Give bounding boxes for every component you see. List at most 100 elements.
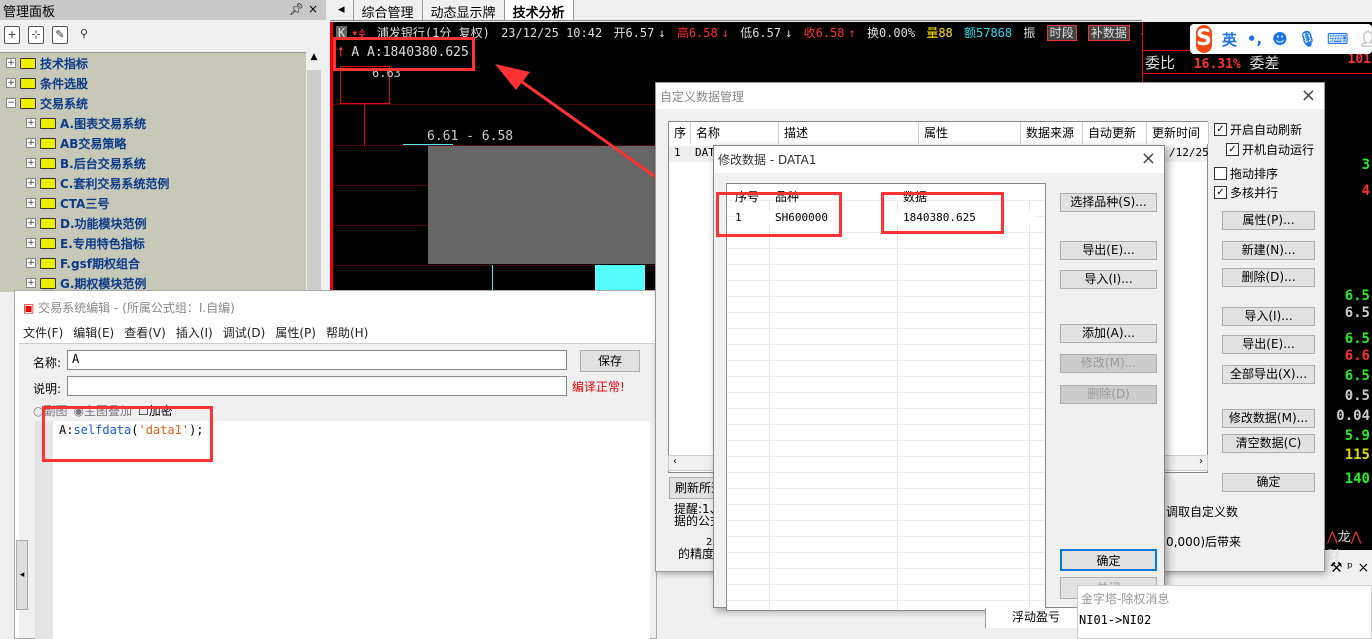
expand-icon[interactable]: + [26, 198, 36, 208]
close-icon[interactable]: × [1141, 148, 1156, 169]
period-segment-button[interactable]: 时段 [1046, 25, 1077, 41]
collapse-icon[interactable]: − [6, 98, 16, 108]
tab-scroll-left[interactable]: ◂ [330, 0, 354, 20]
tab-overview[interactable]: 综合管理 [354, 0, 423, 21]
close-icon[interactable]: × [308, 2, 318, 16]
tools-icon[interactable]: ⚒ ᵖ × [1330, 560, 1369, 576]
new-item-icon[interactable]: ⊹ [28, 26, 44, 44]
expand-icon[interactable]: + [26, 218, 36, 228]
column-header[interactable]: 自动更新 [1083, 122, 1147, 144]
menu-item[interactable]: 调试(D) [223, 324, 266, 341]
tree-item[interactable]: + A.图表交易系统 [26, 113, 146, 133]
formula-tree: + 技术指标 + 条件选股 − 交易系统 + A.图表交易系统 + AB交易策略 + B.后台交易系统… [0, 52, 306, 292]
tree-item[interactable]: + 技术指标 [6, 53, 88, 73]
tab-technical-analysis[interactable]: 技术分析 [504, 0, 574, 21]
dm-button[interactable]: 导出(E)... [1222, 335, 1315, 354]
md-button[interactable]: 选择品种(S)... [1060, 193, 1157, 212]
md-button[interactable]: 添加(A)... [1060, 324, 1157, 343]
md-button[interactable]: 导出(E)... [1060, 241, 1157, 260]
dm-button[interactable]: 确定 [1222, 473, 1315, 492]
tree-item[interactable]: + 条件选股 [6, 73, 88, 93]
tree-item[interactable]: + E.专用特色指标 [26, 233, 145, 253]
tab-dynamic-board[interactable]: 动态显示牌 [423, 0, 505, 21]
column-header[interactable]: 属性 [919, 122, 1021, 144]
ime-mode[interactable]: 英 [1222, 29, 1237, 50]
dm-button[interactable]: 删除(D)... [1222, 268, 1315, 287]
column-header[interactable]: 序 [669, 122, 691, 144]
edit-icon[interactable]: ✎ [52, 26, 68, 44]
volume-bar [595, 265, 645, 290]
emoji-icon[interactable]: ☻ [1272, 30, 1288, 48]
menu-item[interactable]: 编辑(E) [73, 324, 114, 341]
expand-icon[interactable]: + [26, 138, 36, 148]
editor-side-scroll[interactable]: ◂ [16, 540, 28, 610]
expand-icon[interactable]: + [26, 158, 36, 168]
checkbox[interactable]: 拖动排序 [1214, 165, 1278, 182]
tree-item[interactable]: + C.套利交易系统范例 [26, 173, 169, 193]
menu-item[interactable]: 查看(V) [124, 324, 166, 341]
tab-long[interactable]: 龙 [1338, 530, 1351, 545]
menu-item[interactable]: 属性(P) [275, 324, 316, 341]
expand-icon[interactable]: + [26, 238, 36, 248]
dm-button[interactable]: 全部导出(X)... [1222, 365, 1315, 384]
quote-value: 5.9 [1344, 428, 1370, 444]
md-button[interactable]: 修改(M)... [1060, 354, 1157, 373]
column-header[interactable]: 描述 [779, 122, 919, 144]
tree-item[interactable]: + AB交易策略 [26, 133, 126, 153]
dm-button[interactable]: 新建(N)... [1222, 241, 1315, 260]
column-header[interactable]: 名称 [691, 122, 779, 144]
ok-button[interactable]: 确定 [1060, 549, 1157, 571]
tree-scrollbar[interactable]: ▲ [306, 52, 322, 292]
tree-item-label: G.期权模块范例 [60, 276, 147, 291]
tree-item[interactable]: + D.功能模块范例 [26, 213, 147, 233]
expand-icon[interactable]: + [6, 78, 16, 88]
md-button[interactable]: 删除(D) [1060, 385, 1157, 404]
new-file-icon[interactable]: + [4, 26, 20, 44]
close-icon[interactable]: × [1301, 85, 1316, 106]
ime-toolbar[interactable]: S 英 •, ☻ 🎙︎ ⌨ 👤︎ [1190, 24, 1372, 54]
sogou-logo: S [1196, 25, 1212, 53]
keyboard-icon[interactable]: ⌨ [1327, 30, 1349, 48]
tree-item[interactable]: + B.后台交易系统 [26, 153, 146, 173]
fill-data-button[interactable]: 补数据 [1087, 25, 1130, 41]
desc-input[interactable] [67, 376, 567, 396]
tree-item[interactable]: + F.gsf期权组合 [26, 253, 140, 273]
panel-toolbar: + ⊹ ✎ ⚲ [0, 22, 326, 50]
md-button[interactable]: 导入(I)... [1060, 270, 1157, 289]
annotation-box [333, 37, 475, 71]
name-input[interactable]: A [67, 350, 567, 370]
tree-item[interactable]: − 交易系统 [6, 93, 88, 113]
editor-title: 交易系统编辑 - (所属公式组：I.自编) [38, 301, 235, 315]
user-icon[interactable]: 👤︎ [1359, 30, 1372, 48]
expand-icon[interactable]: + [26, 278, 36, 288]
expand-icon[interactable]: + [26, 258, 36, 268]
editor-menu: 文件(F) 编辑(E) 查看(V) 插入(I) 调试(D) 属性(P) 帮助(H) [23, 324, 368, 341]
menu-item[interactable]: 插入(I) [176, 324, 213, 341]
expand-icon[interactable]: + [6, 58, 16, 68]
menu-item[interactable]: 帮助(H) [326, 324, 368, 341]
search-icon[interactable]: ⚲ [76, 26, 92, 44]
expand-icon[interactable]: + [26, 118, 36, 128]
pin-icon[interactable]: 📌︎ [289, 2, 304, 16]
punctuation-icon[interactable]: •, [1247, 30, 1262, 48]
data-grid[interactable]: 序号 品种 数据 1 SH600000 1840380.625 [726, 183, 1046, 611]
trading-system-editor: ▣ 交易系统编辑 - (所属公式组：I.自编) 文件(F) 编辑(E) 查看(V) 插… [14, 290, 657, 639]
price-line [403, 144, 453, 145]
dm-button[interactable]: 修改数据(M)... [1222, 409, 1315, 428]
candle-wick [364, 104, 365, 146]
low-price: 低6.57 [740, 26, 782, 40]
checkbox[interactable]: ✓ 开启自动刷新 [1214, 121, 1302, 138]
dm-button[interactable]: 属性(P)... [1222, 211, 1315, 230]
column-header[interactable]: 更新时间 [1147, 122, 1209, 144]
expand-icon[interactable]: + [26, 178, 36, 188]
column-header[interactable]: 数据来源 [1021, 122, 1083, 144]
dm-button[interactable]: 导入(I)... [1222, 307, 1315, 326]
tree-item[interactable]: + CTA三号 [26, 193, 109, 213]
checkbox[interactable]: ✓ 开机自动运行 [1226, 141, 1314, 158]
tree-item-label: 技术指标 [40, 56, 89, 71]
menu-item[interactable]: 文件(F) [23, 324, 63, 341]
save-button[interactable]: 保存 [580, 350, 640, 372]
microphone-icon[interactable]: 🎙︎ [1298, 30, 1317, 48]
checkbox[interactable]: ✓ 多核并行 [1214, 184, 1278, 201]
dm-button[interactable]: 清空数据(C) [1222, 434, 1315, 453]
